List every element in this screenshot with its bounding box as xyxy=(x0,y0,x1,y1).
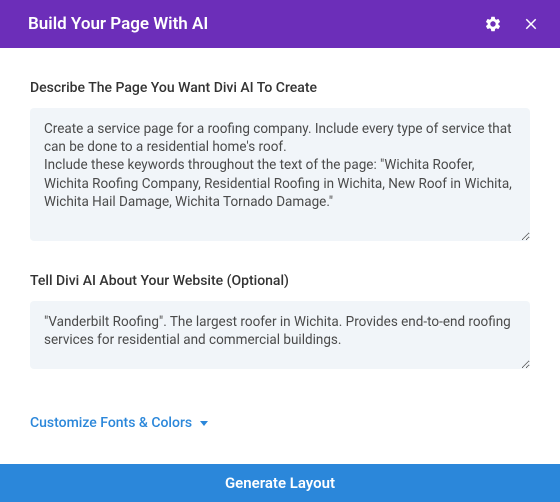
content: Describe The Page You Want Divi AI To Cr… xyxy=(0,48,560,431)
chevron-down-icon xyxy=(200,421,208,426)
about-label: Tell Divi AI About Your Website (Optiona… xyxy=(30,273,530,289)
customize-label: Customize Fonts & Colors xyxy=(30,415,192,431)
close-button[interactable] xyxy=(522,15,540,33)
about-section: Tell Divi AI About Your Website (Optiona… xyxy=(30,273,530,373)
describe-input[interactable] xyxy=(30,108,530,241)
generate-layout-button[interactable]: Generate Layout xyxy=(0,464,560,502)
gear-icon xyxy=(484,15,502,33)
about-input[interactable] xyxy=(30,301,530,369)
customize-fonts-colors-link[interactable]: Customize Fonts & Colors xyxy=(30,415,208,431)
settings-button[interactable] xyxy=(484,15,502,33)
header: Build Your Page With AI xyxy=(0,0,560,48)
describe-section: Describe The Page You Want Divi AI To Cr… xyxy=(30,80,530,245)
footer: Generate Layout xyxy=(0,464,560,502)
close-icon xyxy=(522,15,540,33)
header-actions xyxy=(484,15,540,33)
describe-label: Describe The Page You Want Divi AI To Cr… xyxy=(30,80,530,96)
page-title: Build Your Page With AI xyxy=(28,14,208,34)
